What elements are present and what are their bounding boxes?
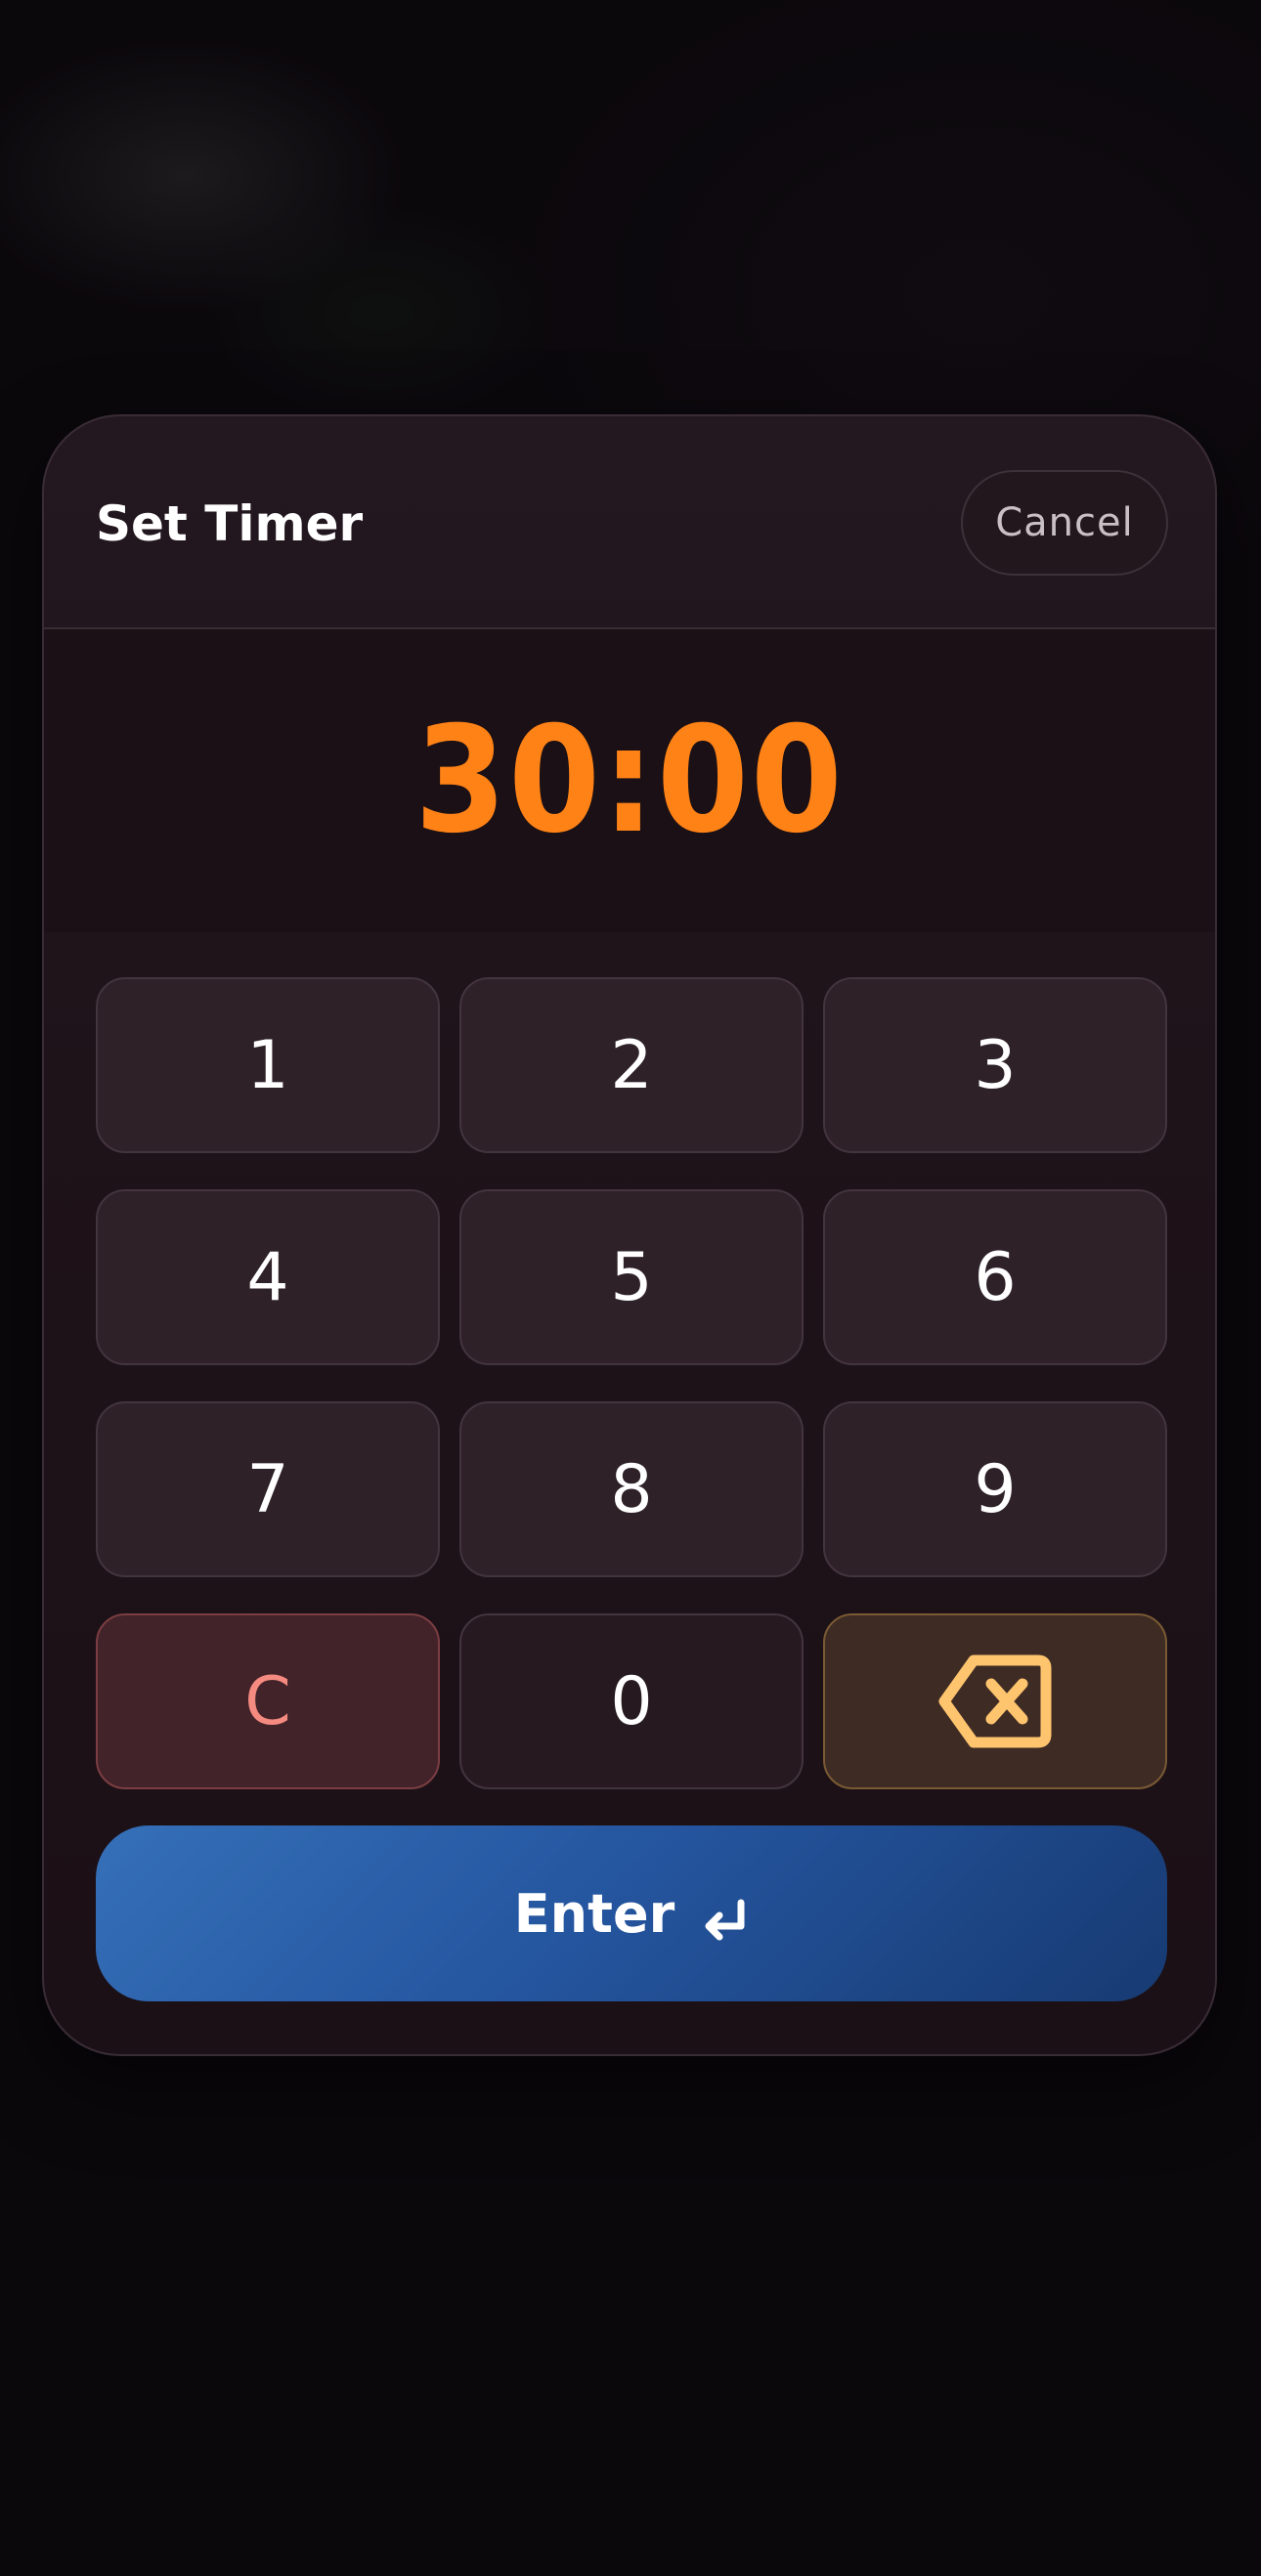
backspace-icon (936, 1653, 1054, 1750)
clear-button[interactable]: C (96, 1613, 440, 1789)
dialog-header: Set Timer Cancel (44, 416, 1215, 629)
backspace-button[interactable] (823, 1613, 1167, 1789)
dialog-title: Set Timer (96, 495, 364, 552)
key-5[interactable]: 5 (459, 1189, 804, 1365)
set-timer-dialog: Set Timer Cancel 30:00 1 2 3 4 5 6 7 8 9… (42, 414, 1217, 2056)
key-0[interactable]: 0 (459, 1613, 804, 1789)
key-7[interactable]: 7 (96, 1401, 440, 1577)
cancel-button[interactable]: Cancel (961, 470, 1168, 576)
enter-label: Enter (513, 1882, 675, 1945)
key-1[interactable]: 1 (96, 977, 440, 1153)
key-4[interactable]: 4 (96, 1189, 440, 1365)
key-3[interactable]: 3 (823, 977, 1167, 1153)
key-8[interactable]: 8 (459, 1401, 804, 1577)
enter-button[interactable]: Enter (96, 1825, 1167, 2001)
return-arrow-icon (700, 1895, 749, 1944)
time-value: 30:00 (414, 696, 845, 866)
time-display: 30:00 (44, 629, 1215, 932)
key-9[interactable]: 9 (823, 1401, 1167, 1577)
key-2[interactable]: 2 (459, 977, 804, 1153)
key-6[interactable]: 6 (823, 1189, 1167, 1365)
